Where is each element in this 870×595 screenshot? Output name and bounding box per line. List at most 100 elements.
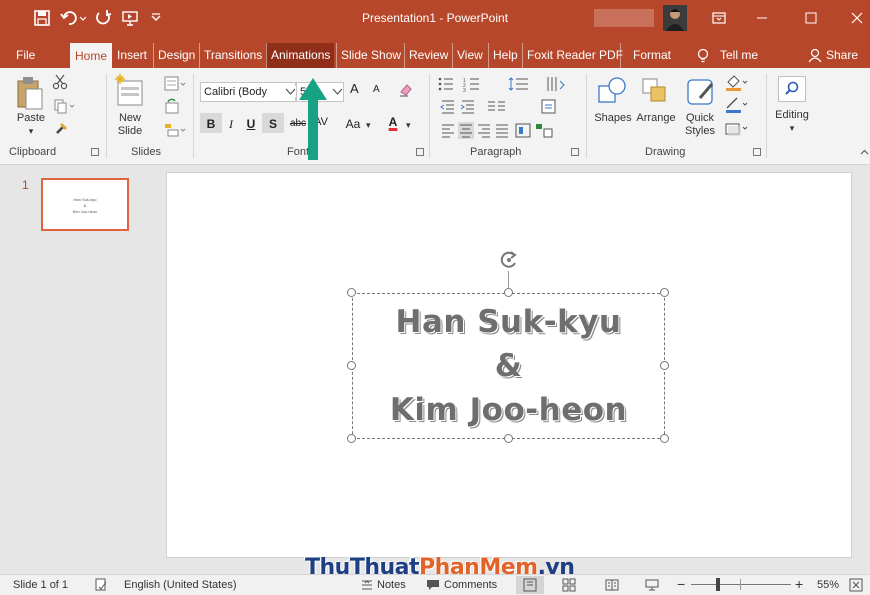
clear-formatting-icon[interactable]: [398, 82, 414, 98]
editing-button[interactable]: Editing: [768, 109, 816, 122]
annotation-arrow-icon: [299, 78, 327, 160]
paragraph-dialog-launcher-icon[interactable]: [571, 148, 579, 156]
comments-icon[interactable]: [426, 579, 440, 591]
minimize-button[interactable]: [740, 0, 784, 36]
tab-help[interactable]: Help: [488, 43, 522, 68]
paste-dropdown-icon[interactable]: ▾: [14, 125, 48, 138]
font-color-dropdown-icon[interactable]: ▾: [406, 120, 411, 131]
tab-transitions[interactable]: Transitions: [199, 43, 266, 68]
font-size-dropdown-icon[interactable]: [332, 86, 343, 97]
shadow-label[interactable]: S: [262, 115, 284, 133]
language-indicator[interactable]: English (United States): [124, 579, 237, 591]
fit-slide-icon[interactable]: [849, 578, 863, 592]
slide-sorter-icon[interactable]: [562, 578, 576, 592]
section-icon[interactable]: [164, 122, 186, 138]
tab-review[interactable]: Review: [404, 43, 452, 68]
tab-foxit-reader-pdf[interactable]: Foxit Reader PDF: [522, 43, 627, 68]
copy-icon[interactable]: [52, 98, 76, 114]
arrange-icon[interactable]: [640, 76, 670, 106]
cut-icon[interactable]: [52, 74, 68, 90]
zoom-slider[interactable]: [691, 584, 791, 585]
text-direction-icon: [547, 77, 565, 91]
quick-styles-label-2[interactable]: Styles: [680, 125, 720, 138]
change-case-button[interactable]: Aa: [340, 115, 366, 133]
format-painter-icon[interactable]: [54, 120, 70, 136]
font-name-dropdown-icon[interactable]: [285, 86, 296, 97]
increase-font-size-button[interactable]: A: [350, 81, 359, 96]
drawing-dialog-launcher-icon[interactable]: [753, 148, 761, 156]
share-button[interactable]: Share: [822, 43, 862, 68]
align-text-icon: [541, 99, 556, 114]
zoom-in-button[interactable]: +: [795, 576, 803, 592]
tab-design[interactable]: Design: [153, 43, 199, 68]
resize-handle[interactable]: [660, 361, 669, 370]
zoom-level[interactable]: 55%: [817, 579, 839, 591]
new-slide-label-2[interactable]: Slide: [110, 125, 150, 138]
font-name-combo[interactable]: Calibri (Body: [200, 82, 296, 102]
find-search-icon[interactable]: [778, 76, 806, 102]
title-text-box[interactable]: Han Suk-kyu & Kim Joo-heon: [352, 293, 665, 439]
tab-file[interactable]: File: [12, 43, 39, 68]
avatar[interactable]: [663, 5, 687, 31]
new-slide-label[interactable]: New: [110, 112, 150, 125]
spelling-icon[interactable]: [94, 578, 108, 592]
tell-me-search[interactable]: Tell me: [716, 43, 762, 68]
slide-text-line-3[interactable]: Kim Joo-heon: [353, 392, 664, 428]
font-color-button[interactable]: A: [384, 113, 402, 131]
zoom-out-button[interactable]: −: [677, 576, 685, 592]
paste-label[interactable]: Paste: [14, 112, 48, 125]
ribbon-display-options-button[interactable]: [697, 0, 741, 36]
resize-handle[interactable]: [347, 288, 356, 297]
zoom-slider-thumb[interactable]: [716, 578, 720, 591]
resize-handle[interactable]: [660, 288, 669, 297]
bold-label[interactable]: B: [200, 115, 222, 133]
new-slide-icon[interactable]: [114, 73, 146, 109]
tab-view[interactable]: View: [452, 43, 487, 68]
resize-handle[interactable]: [660, 434, 669, 443]
underline-button[interactable]: U: [242, 115, 260, 133]
tab-slide-show[interactable]: Slide Show: [336, 43, 405, 68]
collapse-ribbon-icon[interactable]: [860, 148, 869, 157]
slide-thumbnail[interactable]: Han Suk-kyu & Kim Joo-heon: [41, 178, 129, 231]
reset-slide-icon[interactable]: [164, 98, 180, 115]
quick-styles-icon[interactable]: [686, 76, 718, 108]
close-button[interactable]: [835, 0, 870, 36]
resize-handle[interactable]: [504, 288, 513, 297]
comments-button[interactable]: Comments: [444, 579, 497, 591]
resize-handle[interactable]: [347, 361, 356, 370]
shapes-icon[interactable]: [597, 76, 627, 106]
arrange-label[interactable]: Arrange: [634, 112, 678, 125]
clipboard-dialog-launcher-icon[interactable]: [91, 148, 99, 156]
account-name[interactable]: [594, 9, 654, 27]
tab-animations[interactable]: Animations: [266, 43, 335, 68]
slide-text-line-2[interactable]: &: [353, 348, 664, 384]
change-case-dropdown-icon[interactable]: ▾: [366, 120, 371, 131]
shape-outline-icon[interactable]: [723, 96, 749, 114]
maximize-button[interactable]: [789, 0, 833, 36]
font-dialog-launcher-icon[interactable]: [416, 148, 424, 156]
shapes-label[interactable]: Shapes: [592, 112, 634, 125]
pane-splitter[interactable]: [152, 165, 166, 574]
rotate-handle-icon[interactable]: [498, 249, 520, 271]
resize-handle[interactable]: [347, 434, 356, 443]
reading-view-icon[interactable]: [605, 578, 619, 592]
shape-fill-icon[interactable]: [723, 74, 749, 92]
quick-styles-label[interactable]: Quick: [680, 112, 720, 125]
shape-effects-icon[interactable]: [723, 120, 749, 138]
italic-button[interactable]: I: [222, 115, 240, 133]
slide-counter[interactable]: Slide 1 of 1: [13, 579, 68, 591]
decrease-font-size-button[interactable]: A: [373, 84, 380, 95]
slide-show-icon[interactable]: [645, 578, 659, 592]
slide-text-line-1[interactable]: Han Suk-kyu: [353, 304, 664, 340]
normal-view-button[interactable]: [516, 576, 544, 594]
tab-home[interactable]: Home: [70, 43, 113, 68]
resize-handle[interactable]: [504, 434, 513, 443]
tab-insert[interactable]: Insert: [113, 43, 151, 68]
layout-icon[interactable]: [164, 76, 186, 92]
notes-button[interactable]: Notes: [377, 579, 406, 591]
editing-dropdown-icon[interactable]: ▾: [768, 122, 816, 135]
notes-icon[interactable]: [361, 579, 373, 591]
paste-icon[interactable]: [14, 73, 48, 111]
group-divider: [193, 74, 194, 158]
tab-format[interactable]: Format: [620, 43, 683, 68]
